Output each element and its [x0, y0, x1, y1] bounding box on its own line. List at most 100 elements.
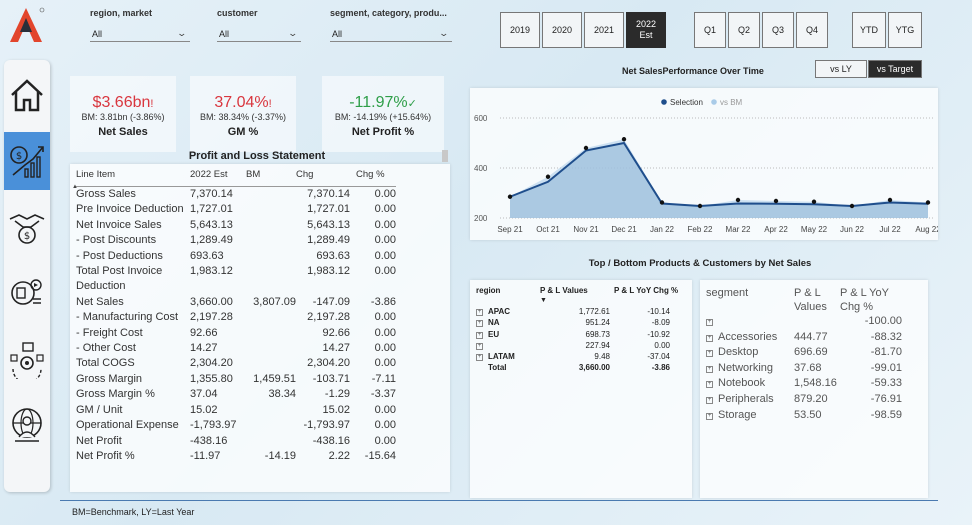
filter-value: All	[219, 28, 230, 39]
filter-region-market[interactable]: region, market All ⌄	[90, 8, 190, 42]
column-header[interactable]: Chg	[296, 168, 356, 187]
column-header[interactable]: Line Item	[76, 168, 190, 187]
segment-row[interactable]: + -100.00	[706, 314, 910, 330]
data-point[interactable]	[849, 203, 855, 209]
expand-icon[interactable]: +	[706, 412, 713, 420]
pl-row[interactable]: - Other Cost 14.27 14.27 0.00	[76, 341, 396, 356]
segment-row[interactable]: + Desktop 696.69 -81.70	[706, 345, 910, 361]
expand-icon[interactable]: +	[476, 331, 483, 339]
pl-row[interactable]: - Freight Cost 92.66 92.66 0.00	[76, 326, 396, 341]
column-header[interactable]: segment	[706, 286, 794, 314]
region-row[interactable]: +227.94 0.00	[476, 340, 682, 351]
data-point[interactable]	[773, 198, 779, 204]
segment-row[interactable]: + Networking 37.68 -99.01	[706, 361, 910, 377]
value-cell: 698.73	[585, 329, 610, 339]
data-point[interactable]	[545, 174, 551, 179]
quarter-button-q3[interactable]: Q3	[762, 12, 794, 48]
segment-row[interactable]: + Storage 53.50 -98.59	[706, 408, 910, 424]
data-point[interactable]	[697, 203, 703, 209]
expand-icon[interactable]: +	[706, 365, 713, 373]
pl-row[interactable]: Net Invoice Sales 5,643.13 5,643.13 0.00	[76, 218, 396, 233]
toggle-vs-target[interactable]: vs Target	[868, 60, 922, 78]
expand-icon[interactable]: +	[476, 309, 483, 316]
nav-item-sales[interactable]: $	[4, 198, 50, 256]
filter-customer[interactable]: customer All ⌄	[217, 8, 301, 42]
value-cell: 0.00	[374, 326, 396, 339]
year-button-2022-est[interactable]: 2022 Est	[626, 12, 666, 48]
quarter-button-q4[interactable]: Q4	[796, 12, 828, 48]
scrollbar-thumb[interactable]	[442, 150, 448, 162]
value-cell: 2,304.20	[307, 357, 350, 370]
expand-icon[interactable]: +	[706, 334, 713, 342]
data-point[interactable]	[507, 194, 513, 199]
segment-row[interactable]: + Notebook 1,548.16 -59.33	[706, 376, 910, 392]
data-point[interactable]	[925, 200, 931, 205]
region-row[interactable]: + NA 951.24 -8.09	[476, 317, 682, 328]
segment-row[interactable]: + Peripherals 879.20 -76.91	[706, 392, 910, 408]
column-header[interactable]: BM	[246, 168, 296, 187]
year-button-2020[interactable]: 2020	[542, 12, 582, 48]
expand-icon[interactable]: +	[706, 350, 713, 358]
region-row[interactable]: + APAC 1,772.61 -10.14	[476, 306, 682, 317]
segment-name: Storage	[718, 408, 757, 421]
region-row[interactable]: + EU 698.73 -10.92	[476, 329, 682, 340]
pl-row[interactable]: Net Sales 3,660.00 3,807.09 -147.09 -3.86	[76, 295, 396, 310]
region-row[interactable]: + LATAM 9.48 -37.04	[476, 351, 682, 362]
segment-row[interactable]: + Accessories 444.77 -88.32	[706, 330, 910, 346]
data-point[interactable]	[659, 200, 665, 205]
data-point[interactable]	[735, 197, 741, 203]
expand-icon[interactable]: +	[476, 342, 483, 350]
column-header[interactable]: Chg %	[356, 168, 396, 187]
column-header[interactable]: 2022 Est	[190, 168, 246, 187]
data-point[interactable]	[811, 199, 817, 204]
nav-item-home[interactable]	[4, 66, 50, 124]
pl-row[interactable]: - Post Discounts 1,289.49 1,289.49 0.00	[76, 233, 396, 248]
sort-ascending-icon[interactable]: ▲	[72, 184, 78, 190]
quarter-button-q1[interactable]: Q1	[694, 12, 726, 48]
pl-row[interactable]: Gross Margin % 37.04 38.34 -1.29 -3.37	[76, 387, 396, 402]
quarter-button-q2[interactable]: Q2	[728, 12, 760, 48]
pl-row[interactable]: Gross Margin 1,355.80 1,459.51 -103.71 -7.11	[76, 372, 396, 387]
svg-text:$: $	[16, 151, 22, 162]
sort-descending-icon[interactable]: ▼	[540, 296, 614, 306]
expand-icon[interactable]: +	[706, 319, 713, 326]
pl-row[interactable]: Total Post Invoice Deduction 1,983.12 1,98…	[76, 264, 396, 295]
expand-icon[interactable]: +	[706, 381, 713, 389]
column-header[interactable]: P & L YoY Chg %	[614, 286, 682, 296]
footer-note: BM=Benchmark, LY=Last Year	[72, 507, 195, 517]
pl-row[interactable]: Operational Expense -1,793.97 -1,793.97 0.0…	[76, 418, 396, 433]
expand-icon[interactable]: +	[706, 396, 713, 404]
nav-item-executive[interactable]	[4, 396, 50, 454]
pl-row[interactable]: Total COGS 2,304.20 2,304.20 0.00	[76, 356, 396, 371]
nav-item-finance[interactable]: $	[4, 132, 50, 190]
data-point[interactable]	[583, 145, 589, 151]
pl-row[interactable]: - Post Deductions 693.63 693.63 0.00	[76, 249, 396, 264]
filter-dropdown[interactable]: All ⌄	[217, 26, 301, 42]
nav-item-marketing[interactable]	[4, 264, 50, 322]
column-header[interactable]: P & L Values	[794, 286, 840, 314]
ytd-button[interactable]: YTD	[852, 12, 886, 48]
year-button-2021[interactable]: 2021	[584, 12, 624, 48]
expand-icon[interactable]: +	[476, 320, 483, 328]
filter-segment-category-product[interactable]: segment, category, produ... All ⌄	[330, 8, 452, 42]
filter-dropdown[interactable]: All ⌄	[330, 26, 452, 42]
value-cell: 0.00	[374, 218, 396, 231]
toggle-vs-ly[interactable]: vs LY	[815, 60, 867, 78]
data-point[interactable]	[621, 137, 627, 142]
pl-row[interactable]: Gross Sales 7,370.14 7,370.14 0.00	[76, 187, 396, 203]
column-header[interactable]: region	[476, 286, 540, 296]
pl-row[interactable]: Net Profit -438.16 -438.16 0.00	[76, 434, 396, 449]
expand-icon[interactable]: +	[476, 354, 483, 362]
pl-row[interactable]: - Manufacturing Cost 2,197.28 2,197.28 0.00	[76, 310, 396, 325]
nav-item-supply-chain[interactable]	[4, 330, 50, 388]
column-header[interactable]: P & L Values	[540, 286, 614, 296]
value-cell: 0.00	[374, 188, 396, 200]
pl-row[interactable]: GM / Unit 15.02 15.02 0.00	[76, 403, 396, 418]
data-point[interactable]	[887, 197, 893, 203]
ytg-button[interactable]: YTG	[888, 12, 922, 48]
year-button-2019[interactable]: 2019	[500, 12, 540, 48]
filter-dropdown[interactable]: All ⌄	[90, 26, 190, 42]
column-header[interactable]: P & L YoY Chg %	[840, 286, 910, 314]
pl-row[interactable]: Pre Invoice Deduction 1,727.01 1,727.01 0.0…	[76, 202, 396, 217]
pl-row[interactable]: Net Profit % -11.97 -14.19 2.22 -15.64	[76, 449, 396, 464]
